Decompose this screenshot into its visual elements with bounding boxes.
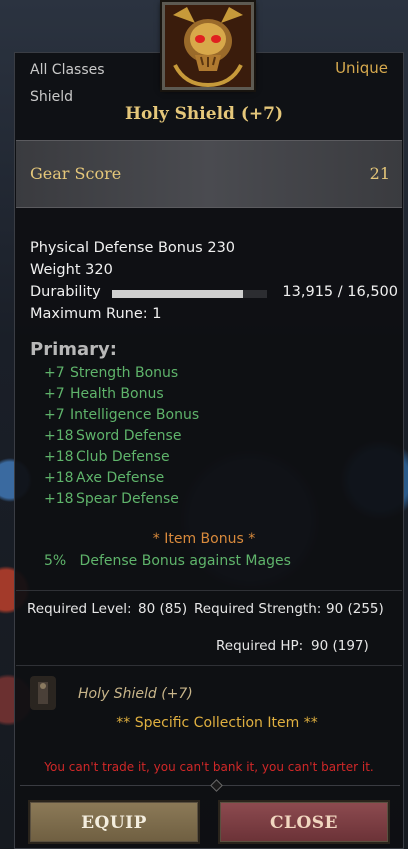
equip-button[interactable]: EQUIP — [28, 800, 200, 844]
primary-bonus-row: +7 Strength Bonus — [44, 365, 178, 381]
primary-bonus-row: +18 Spear Defense — [44, 491, 179, 507]
weight-stat: Weight 320 — [30, 262, 113, 278]
class-requirement: All Classes — [30, 62, 105, 78]
durability-bar — [112, 290, 267, 298]
demon-skull-shield-icon — [165, 5, 251, 87]
bonus-value: +18 — [44, 449, 74, 465]
bonus-label: Spear Defense — [76, 491, 179, 507]
bonus-value: +18 — [44, 491, 74, 507]
bonus-label: Club Defense — [76, 449, 170, 465]
collection-item-icon — [30, 676, 56, 710]
bonus-value: +7 — [44, 365, 65, 381]
item-name: Holy Shield (+7) — [125, 104, 283, 124]
required-level-value: 80 (85) — [138, 601, 188, 617]
bonus-label: Axe Defense — [76, 470, 165, 486]
divider — [16, 590, 402, 591]
required-level-label: Required Level: — [27, 601, 132, 617]
bonus-value: +7 — [44, 407, 65, 423]
item-type: Shield — [30, 89, 74, 105]
bonus-label: Health Bonus — [70, 386, 164, 402]
primary-bonus-row: +7 Health Bonus — [44, 386, 164, 402]
durability-label: Durability — [30, 284, 101, 300]
required-strength-label: Required Strength: — [194, 601, 322, 617]
bonus-label: Sword Defense — [76, 428, 182, 444]
gear-score-label: Gear Score — [30, 164, 122, 183]
divider — [16, 665, 402, 666]
bonus-value: +18 — [44, 428, 74, 444]
required-hp-value: 90 (197) — [311, 638, 369, 654]
gear-score-value: 21 — [369, 164, 390, 183]
bonus-label: Intelligence Bonus — [70, 407, 200, 423]
required-strength-value: 90 (255) — [326, 601, 384, 617]
physical-defense-stat: Physical Defense Bonus 230 — [30, 240, 236, 256]
bonus-value: +7 — [44, 386, 65, 402]
item-icon-frame — [162, 2, 254, 90]
max-rune-stat: Maximum Rune: 1 — [30, 306, 162, 322]
primary-bonus-row: +7 Intelligence Bonus — [44, 407, 199, 423]
required-hp-label: Required HP: — [216, 638, 304, 654]
item-bonus-heading: * Item Bonus * — [152, 531, 256, 547]
bonus-value: +18 — [44, 470, 74, 486]
trade-restriction-warning: You can't trade it, you can't bank it, y… — [44, 760, 374, 774]
item-bonus-line: 5% Defense Bonus against Mages — [44, 553, 291, 569]
primary-heading: Primary: — [30, 339, 117, 360]
primary-bonus-row: +18 Sword Defense — [44, 428, 181, 444]
durability-value: 13,915 / 16,500 — [282, 284, 398, 300]
primary-bonus-row: +18 Club Defense — [44, 449, 170, 465]
primary-bonus-row: +18 Axe Defense — [44, 470, 164, 486]
collection-item-name: Holy Shield (+7) — [78, 686, 193, 702]
durability-fill — [112, 290, 243, 298]
collection-tag: ** Specific Collection Item ** — [116, 715, 318, 731]
bonus-label: Strength Bonus — [70, 365, 179, 381]
rarity-label: Unique — [335, 59, 388, 77]
close-button[interactable]: CLOSE — [218, 800, 390, 844]
